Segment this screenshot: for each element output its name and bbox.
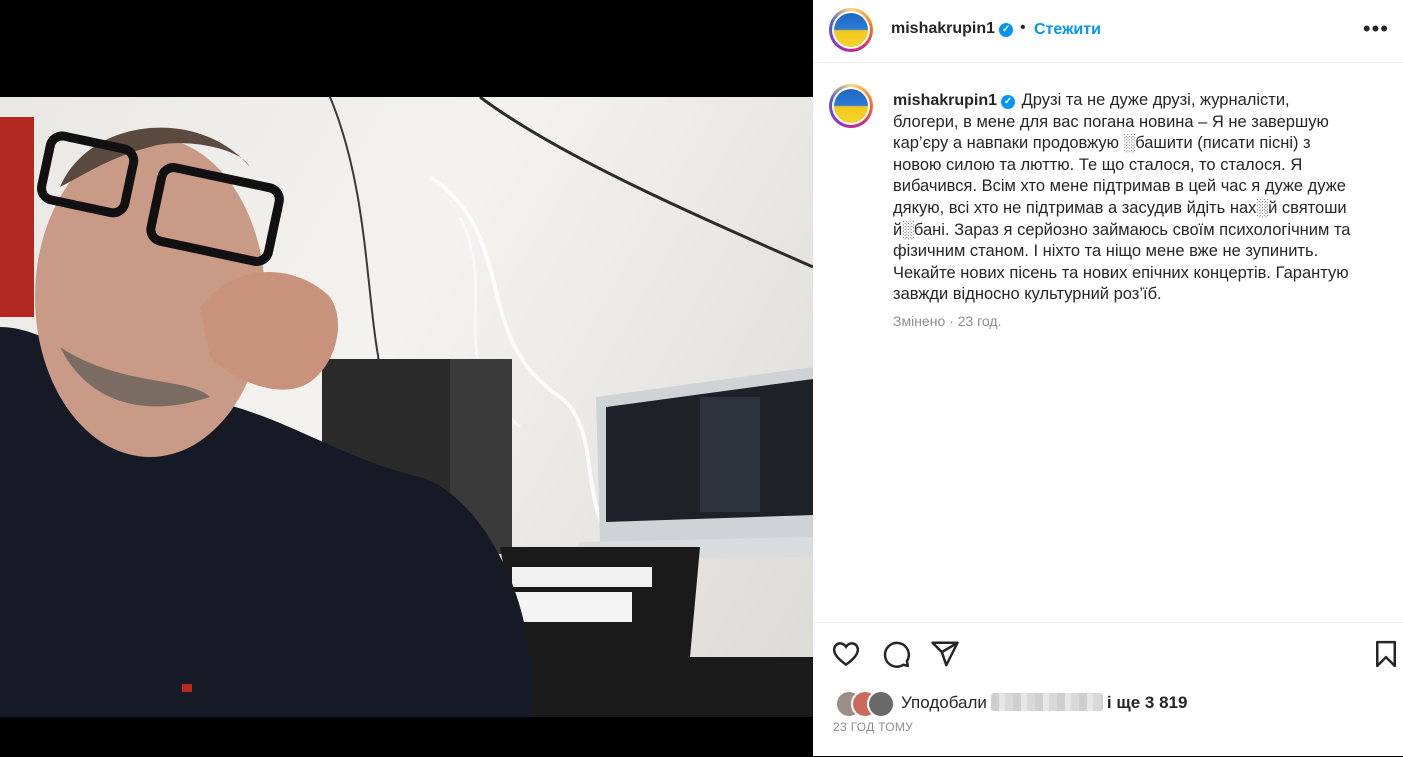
send-icon[interactable] xyxy=(930,639,960,669)
ukraine-flag-icon xyxy=(834,13,868,47)
more-options-icon[interactable]: ••• xyxy=(1363,16,1389,42)
comment-icon[interactable] xyxy=(881,639,911,669)
post-caption: mishakrupin1 ✓ Друзі та не дуже друзі, жу… xyxy=(893,90,1353,306)
post-photo[interactable] xyxy=(0,97,813,717)
photo-illustration xyxy=(0,97,813,717)
post-timestamp[interactable]: 23 ГОД ТОМУ xyxy=(833,720,913,734)
heart-icon[interactable] xyxy=(831,639,861,669)
caption-username[interactable]: mishakrupin1 ✓ xyxy=(893,92,1016,109)
post-panel: mishakrupin1 ✓ • Стежити ••• mishakrupin1… xyxy=(813,0,1403,756)
caption-text: Друзі та не дуже друзі, журналісти, блог… xyxy=(893,91,1351,304)
follow-button[interactable]: Стежити xyxy=(1034,21,1101,39)
post-header: mishakrupin1 ✓ • Стежити ••• xyxy=(813,0,1403,63)
author-username[interactable]: mishakrupin1 ✓ xyxy=(891,20,1014,38)
blurred-liker-name xyxy=(990,693,1103,711)
post-actions: Уподобали і ще 3 819 23 ГОД ТОМУ xyxy=(813,622,1403,757)
post-media[interactable] xyxy=(0,0,813,756)
verified-badge-icon: ✓ xyxy=(1001,95,1016,109)
ukraine-flag-icon xyxy=(834,89,868,123)
likes-summary[interactable]: Уподобали і ще 3 819 xyxy=(901,693,1187,713)
separator-dot: • xyxy=(1020,19,1026,36)
likes-row: Уподобали і ще 3 819 xyxy=(835,690,1395,718)
bookmark-icon[interactable] xyxy=(1371,639,1401,669)
author-avatar[interactable] xyxy=(829,8,873,52)
caption-edited-time: Змінено · 23 год. xyxy=(893,313,1002,329)
liker-avatar[interactable] xyxy=(867,690,895,718)
caption-author-avatar[interactable] xyxy=(829,84,873,128)
verified-badge-icon: ✓ xyxy=(999,23,1014,37)
